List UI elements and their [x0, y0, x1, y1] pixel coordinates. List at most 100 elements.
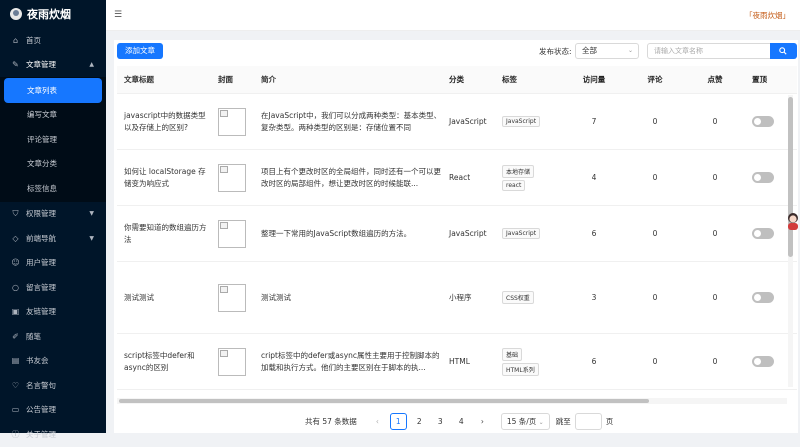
sidebar-item-book-club[interactable]: ▤ 书友会 [0, 349, 106, 374]
top-header: ☰ 「夜雨炊烟」 [106, 0, 800, 31]
header-intro: 简介 [261, 74, 276, 84]
diamond-icon: ◇ [12, 233, 19, 243]
cover-image [218, 219, 246, 248]
pin-toggle[interactable] [752, 172, 774, 183]
comment-count: 0 [652, 357, 658, 366]
sidebar-subitem-categories[interactable]: 文章分类 [0, 151, 106, 176]
article-category: JavaScript [449, 229, 487, 238]
next-page-button[interactable]: › [474, 413, 491, 430]
sidebar-item-label: 用户管理 [26, 258, 56, 268]
sidebar: 夜雨炊烟 ⌂ 首页 ✎ 文章管理 ▲ 文章列表 编写文章 评论管理 文章分类 标… [0, 0, 106, 439]
sidebar-item-quotes[interactable]: ♡ 名言警句 [0, 373, 106, 398]
page-size-select[interactable]: 15 条/页 ⌄ [500, 412, 550, 430]
sidebar-item-about[interactable]: ⓘ 关于管理 [0, 422, 106, 447]
sidebar-item-notices[interactable]: ▭ 公告管理 [0, 398, 106, 423]
tag-badge: 基础 [502, 347, 523, 361]
total-count: 共有 57 条数据 [305, 416, 357, 426]
header-comments: 评论 [647, 75, 663, 84]
pin-toggle[interactable] [752, 356, 774, 367]
sidebar-item-label: 留言管理 [26, 282, 56, 292]
header-title: 文章标题 [124, 74, 154, 84]
view-count: 3 [591, 293, 597, 302]
view-count: 7 [591, 117, 597, 126]
page-size-value: 15 条/页 [506, 416, 537, 426]
sidebar-subitem-article-list[interactable]: 文章列表 [4, 78, 102, 103]
view-count: 6 [591, 357, 597, 366]
user-icon: ☺ [11, 258, 20, 268]
scrollbar-thumb[interactable] [788, 97, 793, 257]
article-intro: cript标签中的defer或async属性主要用于控制脚本的加载和执行方式。他… [261, 350, 440, 372]
sidebar-item-frontend-nav[interactable]: ◇ 前端导航 ▼ [0, 226, 106, 251]
goto-suffix: 页 [605, 416, 614, 426]
message-icon: ○ [12, 282, 19, 292]
view-count: 6 [591, 229, 597, 238]
horizontal-scrollbar[interactable] [117, 398, 787, 404]
article-title[interactable]: 如何让 localStorage 存储变为响应式 [117, 166, 211, 190]
article-category: HTML [449, 357, 470, 366]
page-button[interactable]: 4 [453, 413, 470, 430]
page-button[interactable]: 1 [389, 412, 407, 430]
sidebar-item-label: 首页 [26, 35, 41, 45]
article-title[interactable]: script标签中defer和async的区别 [117, 350, 211, 374]
app-logo[interactable]: 夜雨炊烟 [0, 0, 106, 28]
pin-toggle[interactable] [752, 228, 774, 239]
sidebar-subitem-write-article[interactable]: 编写文章 [0, 102, 106, 127]
page-button[interactable]: 3 [432, 413, 449, 430]
sidebar-item-label: 权限管理 [26, 209, 56, 219]
link-icon: ▣ [11, 307, 20, 317]
status-select[interactable]: 全部 ⌄ [575, 43, 639, 59]
tag-badge: react [502, 179, 526, 191]
sidebar-item-essays[interactable]: ✐ 随笔 [0, 324, 106, 349]
tag-badge: JavaScript [502, 116, 541, 127]
sidebar-subitem-comments[interactable]: 评论管理 [0, 127, 106, 152]
cover-image [218, 347, 246, 376]
view-count: 4 [591, 173, 597, 182]
tag-badge: CSS权重 [502, 291, 534, 304]
goto-page-input[interactable] [574, 412, 602, 430]
status-select-value: 全部 [582, 46, 597, 55]
main-content: 添加文章 发布状态: 全部 ⌄ 请输入文章名称 文章标题 封面 简介 分类 标签… [114, 40, 798, 433]
article-title[interactable]: 测试测试 [117, 292, 211, 304]
page-button[interactable]: 2 [411, 413, 428, 430]
assistant-avatar-icon[interactable] [786, 212, 800, 230]
pin-toggle[interactable] [752, 116, 774, 127]
add-article-button[interactable]: 添加文章 [117, 43, 163, 59]
header-cover: 封面 [218, 75, 233, 84]
sidebar-item-label: 友链管理 [26, 307, 56, 317]
search-icon [779, 47, 787, 55]
sidebar-item-links[interactable]: ▣ 友链管理 [0, 300, 106, 325]
sidebar-item-messages[interactable]: ○ 留言管理 [0, 275, 106, 300]
article-title[interactable]: 你需要知道的数组遍历方法 [117, 222, 211, 246]
sidebar-item-home[interactable]: ⌂ 首页 [0, 28, 106, 53]
cover-image [218, 283, 246, 312]
cover-image [218, 107, 246, 136]
menu-fold-icon[interactable]: ☰ [114, 10, 123, 20]
header-tags: 标签 [502, 75, 517, 84]
sidebar-subitem-tags[interactable]: 标签信息 [0, 176, 106, 201]
table-row: 测试测试 测试测试 小程序 CSS权重 3 0 0 [117, 262, 797, 334]
tag-badge: JavaScript [502, 228, 541, 239]
search-button[interactable] [770, 43, 797, 59]
scrollbar-thumb[interactable] [119, 399, 649, 403]
article-title[interactable]: javascript中的数据类型以及存储上的区别? [117, 110, 211, 134]
comment-count: 0 [652, 117, 658, 126]
vertical-scrollbar[interactable] [788, 95, 793, 387]
article-intro: 整理一下常用的JavaScript数组遍历的方法。 [261, 228, 412, 238]
sidebar-item-permissions[interactable]: ⛉ 权限管理 ▼ [0, 202, 106, 227]
sidebar-item-label: 书友会 [26, 356, 49, 366]
cover-image [218, 163, 246, 192]
sidebar-item-users[interactable]: ☺ 用户管理 [0, 251, 106, 276]
search-input[interactable]: 请输入文章名称 [647, 43, 771, 59]
heart-icon: ♡ [11, 380, 20, 390]
article-category: React [449, 173, 471, 182]
comment-count: 0 [652, 293, 658, 302]
like-count: 0 [712, 117, 718, 126]
book-icon: ▤ [11, 356, 20, 366]
sidebar-item-label: 公告管理 [26, 405, 56, 415]
prev-page-button[interactable]: ‹ [369, 413, 386, 430]
sidebar-item-articles[interactable]: ✎ 文章管理 ▲ [0, 53, 106, 78]
pin-toggle[interactable] [752, 292, 774, 303]
article-category: 小程序 [449, 293, 472, 302]
user-name[interactable]: 「夜雨炊烟」 [745, 10, 790, 21]
like-count: 0 [712, 229, 718, 238]
